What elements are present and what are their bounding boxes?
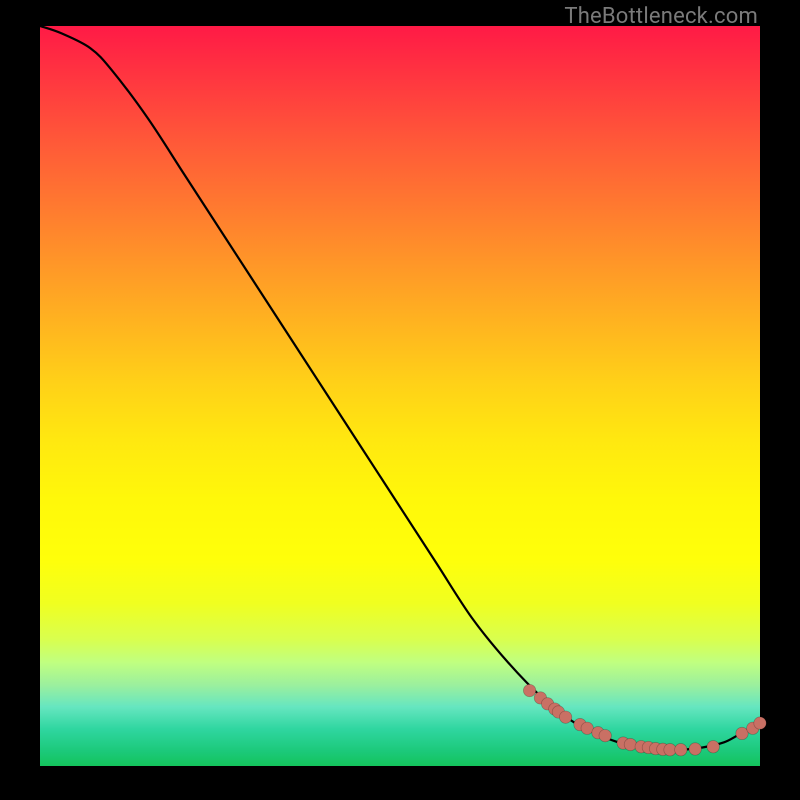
chart-frame: TheBottleneck.com — [0, 0, 800, 800]
bottleneck-curve — [40, 26, 760, 750]
plot-area — [40, 26, 760, 766]
fit-marker — [599, 729, 611, 741]
fit-marker — [754, 717, 766, 729]
fit-marker — [675, 744, 687, 756]
fit-markers — [523, 684, 766, 756]
fit-marker — [624, 738, 636, 750]
fit-marker — [559, 711, 571, 723]
fit-marker — [689, 743, 701, 755]
fit-marker — [707, 741, 719, 753]
fit-marker — [523, 684, 535, 696]
plot-svg — [40, 26, 760, 766]
